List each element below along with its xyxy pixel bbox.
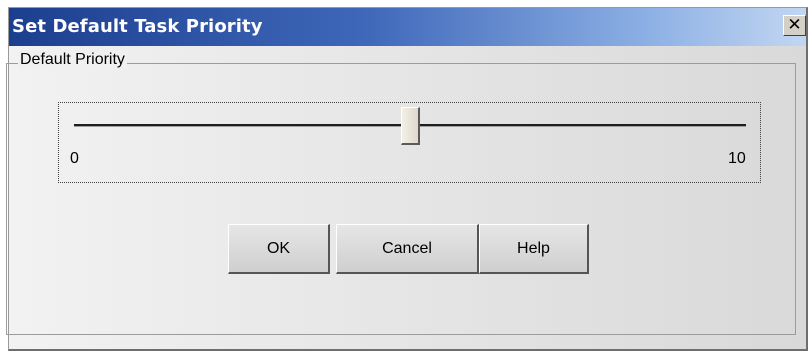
- close-icon: ✕: [787, 15, 802, 35]
- slider-max-label: 10: [728, 150, 746, 167]
- dialog-title: Set Default Task Priority: [12, 16, 263, 37]
- title-bar[interactable]: Set Default Task Priority ✕: [9, 8, 806, 46]
- help-button[interactable]: Help: [479, 224, 589, 274]
- slider-min-label: 0: [70, 150, 79, 167]
- cancel-button[interactable]: Cancel: [336, 224, 479, 274]
- slider-thumb[interactable]: [401, 107, 420, 145]
- close-button[interactable]: ✕: [783, 15, 806, 36]
- ok-button[interactable]: OK: [228, 224, 330, 274]
- group-legend: Default Priority: [18, 51, 127, 69]
